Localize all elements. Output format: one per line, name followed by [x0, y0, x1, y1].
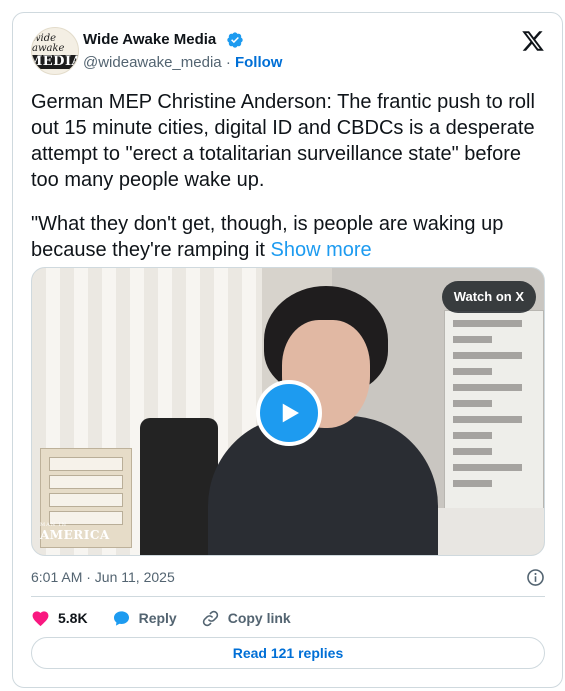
tweet-paragraph-1: German MEP Christine Anderson: The frant… [31, 91, 535, 191]
avatar-text-top: wide awake [32, 32, 65, 54]
read-replies-button[interactable]: Read 121 replies [31, 637, 545, 669]
reply-button[interactable]: Reply [112, 609, 177, 628]
likes-count: 5.8K [58, 610, 88, 626]
follow-button[interactable]: Follow [235, 54, 283, 71]
link-icon [202, 610, 218, 626]
video-media[interactable]: MAN IN AMERICA Watch on X [31, 267, 545, 556]
author-handle[interactable]: @wideawake_media [83, 54, 222, 71]
show-more-link[interactable]: Show more [271, 239, 372, 261]
video-person-body [208, 416, 438, 555]
tweet-paragraph-2-text: "What they don't get, though, is people … [31, 213, 504, 261]
divider [31, 596, 545, 597]
avatar-text-bottom: MEDIA [32, 54, 78, 69]
play-button[interactable] [256, 380, 322, 446]
watch-on-x-button[interactable]: Watch on X [441, 281, 536, 313]
tweet-text: German MEP Christine Anderson: The frant… [31, 89, 549, 281]
author-name[interactable]: Wide Awake Media [83, 31, 216, 48]
author-handle-line: @wideawake_media · Follow [83, 54, 282, 71]
verified-badge-icon [227, 32, 243, 48]
video-channel-logo: MAN IN AMERICA [40, 522, 110, 542]
action-bar: 5.8K Reply Copy link [31, 607, 315, 629]
reply-label: Reply [138, 610, 177, 626]
x-logo-icon[interactable] [521, 29, 545, 53]
handle-separator: · [225, 54, 231, 71]
like-button[interactable]: 5.8K [31, 609, 88, 628]
video-logo-big: AMERICA [40, 528, 110, 542]
play-icon [282, 403, 299, 423]
tweet-paragraph-2: "What they don't get, though, is people … [31, 211, 549, 263]
video-background-desk [432, 508, 544, 555]
video-background-chair [140, 418, 218, 555]
copy-link-label: Copy link [227, 610, 291, 626]
video-background-board [444, 310, 544, 510]
tweet-timestamp[interactable]: 6:01 AM · Jun 11, 2025 [31, 569, 175, 585]
tweet-card: wide awake MEDIA Wide Awake Media @widea… [12, 12, 563, 688]
avatar[interactable]: wide awake MEDIA [31, 27, 79, 75]
heart-icon [32, 610, 49, 626]
info-icon[interactable] [526, 568, 545, 587]
copy-link-button[interactable]: Copy link [201, 609, 291, 628]
reply-bubble-icon [113, 610, 129, 626]
